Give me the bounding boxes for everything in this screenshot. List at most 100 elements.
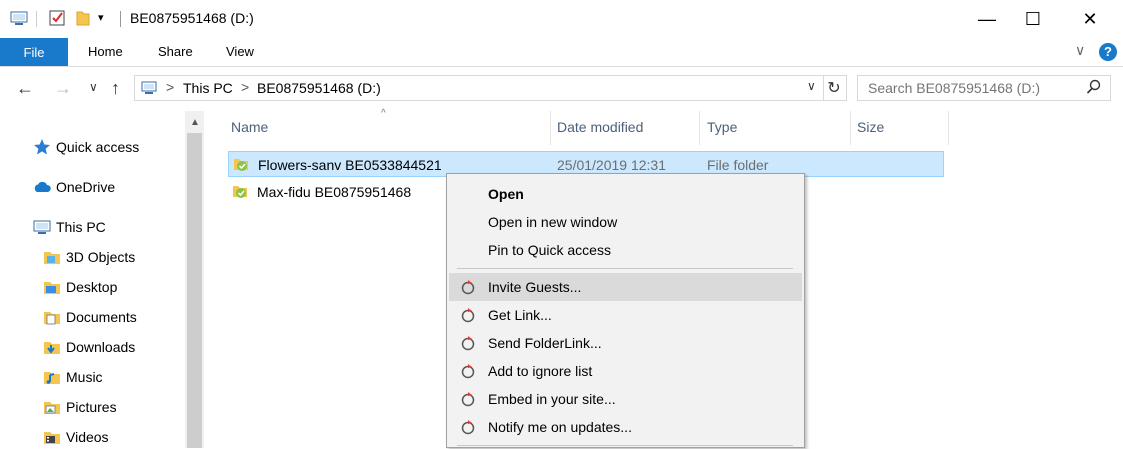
scrollbar-thumb[interactable] [187, 133, 202, 448]
column-header-date-modified[interactable]: Date modified [557, 119, 643, 135]
tab-home[interactable]: Home [88, 44, 123, 59]
file-tab[interactable]: File [0, 38, 68, 66]
title-divider [120, 11, 121, 27]
column-divider[interactable] [850, 111, 851, 145]
menu-item-open[interactable]: Open [449, 180, 802, 208]
sync-app-icon [460, 419, 476, 438]
sync-app-icon [460, 335, 476, 354]
menu-item-get-link[interactable]: Get Link... [449, 301, 802, 329]
file-name: Max-fidu BE0875951468 [257, 184, 412, 200]
search-icon [1086, 79, 1102, 98]
menu-item-label: Open [488, 186, 524, 202]
sync-app-icon [460, 363, 476, 382]
minimize-button[interactable]: — [964, 0, 1010, 38]
menu-separator [457, 268, 793, 269]
nav-item-label: Music [66, 369, 103, 385]
address-dropdown-icon[interactable]: ∨ [807, 79, 816, 93]
menu-item-label: Add to ignore list [488, 363, 593, 379]
menu-item-embed-site[interactable]: Embed in your site... [449, 385, 802, 413]
column-header-size[interactable]: Size [857, 119, 884, 135]
properties-icon[interactable] [48, 9, 66, 27]
nav-item-onedrive[interactable]: OneDrive [33, 175, 115, 199]
menu-item-notify-updates[interactable]: Notify me on updates... [449, 413, 802, 441]
search-box[interactable] [857, 75, 1111, 101]
nav-pane-scrollbar[interactable]: ▲ [185, 111, 204, 448]
nav-item-3d-objects[interactable]: 3D Objects [43, 245, 135, 269]
nav-item-label: 3D Objects [66, 249, 136, 265]
scroll-up-icon[interactable]: ▲ [190, 117, 200, 128]
tab-share[interactable]: Share [158, 44, 193, 59]
menu-item-label: Pin to Quick access [488, 242, 611, 258]
breadcrumb-separator[interactable]: > [166, 79, 174, 95]
window-title: BE0875951468 (D:) [130, 10, 254, 26]
folder-music-icon [43, 368, 61, 386]
column-divider[interactable] [948, 111, 949, 145]
sync-app-icon [460, 391, 476, 410]
file-name: Flowers-sanv BE0533844521 [258, 157, 442, 173]
file-date: 25/01/2019 12:31 [557, 157, 666, 173]
nav-item-documents[interactable]: Documents [43, 305, 137, 329]
breadcrumb-this-pc[interactable]: This PC [183, 80, 233, 96]
menu-item-label: Get Link... [488, 307, 552, 323]
synced-folder-icon [232, 183, 248, 202]
star-icon [33, 138, 51, 156]
menu-item-label: Open in new window [488, 214, 618, 230]
nav-item-pictures[interactable]: Pictures [43, 395, 117, 419]
cloud-icon [33, 178, 51, 196]
help-icon[interactable]: ? [1099, 43, 1117, 61]
folder-documents-icon [43, 308, 61, 326]
sort-ascending-icon: ^ [381, 108, 386, 119]
column-header-name[interactable]: Name [231, 119, 268, 135]
menu-item-label: Invite Guests... [488, 279, 582, 295]
address-bar[interactable]: > This PC > BE0875951468 (D:) ∨ [134, 75, 824, 101]
column-header-type[interactable]: Type [707, 119, 737, 135]
nav-item-music[interactable]: Music [43, 365, 103, 389]
nav-item-label: Videos [66, 429, 109, 445]
maximize-button[interactable]: ☐ [1010, 0, 1056, 38]
new-folder-icon[interactable] [74, 9, 92, 27]
nav-item-videos[interactable]: Videos [43, 425, 109, 449]
forward-button[interactable]: → [54, 78, 72, 99]
nav-item-label: Pictures [66, 399, 117, 415]
nav-item-downloads[interactable]: Downloads [43, 335, 135, 359]
folder-pictures-icon [43, 398, 61, 416]
nav-item-label: OneDrive [56, 179, 116, 195]
recent-locations-button[interactable]: ∨ [89, 80, 98, 94]
sync-app-icon [460, 307, 476, 326]
file-type: File folder [707, 157, 769, 173]
nav-item-label: Quick access [56, 139, 140, 155]
nav-item-label: Downloads [66, 339, 136, 355]
computer-icon [33, 218, 51, 236]
tab-view[interactable]: View [226, 44, 254, 59]
nav-item-label: Desktop [66, 279, 118, 295]
menu-item-send-folderlink[interactable]: Send FolderLink... [449, 329, 802, 357]
title-bar: ▾ BE0875951468 (D:) — ☐ ✕ [0, 0, 1123, 38]
back-button[interactable]: ← [16, 78, 34, 99]
folder-3d-icon [43, 248, 61, 266]
menu-item-add-ignore-list[interactable]: Add to ignore list [449, 357, 802, 385]
search-input[interactable] [866, 79, 1080, 97]
nav-item-this-pc[interactable]: This PC [33, 215, 106, 239]
folder-videos-icon [43, 428, 61, 446]
customize-qat-icon[interactable]: ▾ [98, 9, 116, 27]
menu-item-label: Send FolderLink... [488, 335, 602, 351]
up-button[interactable]: ↑ [111, 78, 120, 99]
breadcrumb-separator[interactable]: > [241, 79, 249, 95]
qat-divider [36, 11, 37, 27]
menu-item-open-new-window[interactable]: Open in new window [449, 208, 802, 236]
refresh-button[interactable]: ↻ [822, 75, 847, 101]
expand-ribbon-icon[interactable]: ∨ [1075, 42, 1085, 59]
ribbon: File Home Share View ∨ ? [0, 38, 1123, 67]
nav-item-quick-access[interactable]: Quick access [33, 135, 139, 159]
close-button[interactable]: ✕ [1067, 0, 1113, 38]
column-divider[interactable] [550, 111, 551, 145]
address-row: ← → ∨ ↑ > This PC > BE0875951468 (D:) ∨ … [0, 67, 1123, 111]
column-divider[interactable] [699, 111, 700, 145]
nav-item-desktop[interactable]: Desktop [43, 275, 117, 299]
menu-item-pin-quick-access[interactable]: Pin to Quick access [449, 236, 802, 264]
menu-item-invite-guests[interactable]: Invite Guests... [449, 273, 802, 301]
computer-icon[interactable] [10, 9, 28, 27]
menu-item-label: Embed in your site... [488, 391, 616, 407]
navigation-pane: Quick access OneDrive This PC 3D Objects… [0, 111, 185, 448]
breadcrumb-drive[interactable]: BE0875951468 (D:) [257, 80, 381, 96]
